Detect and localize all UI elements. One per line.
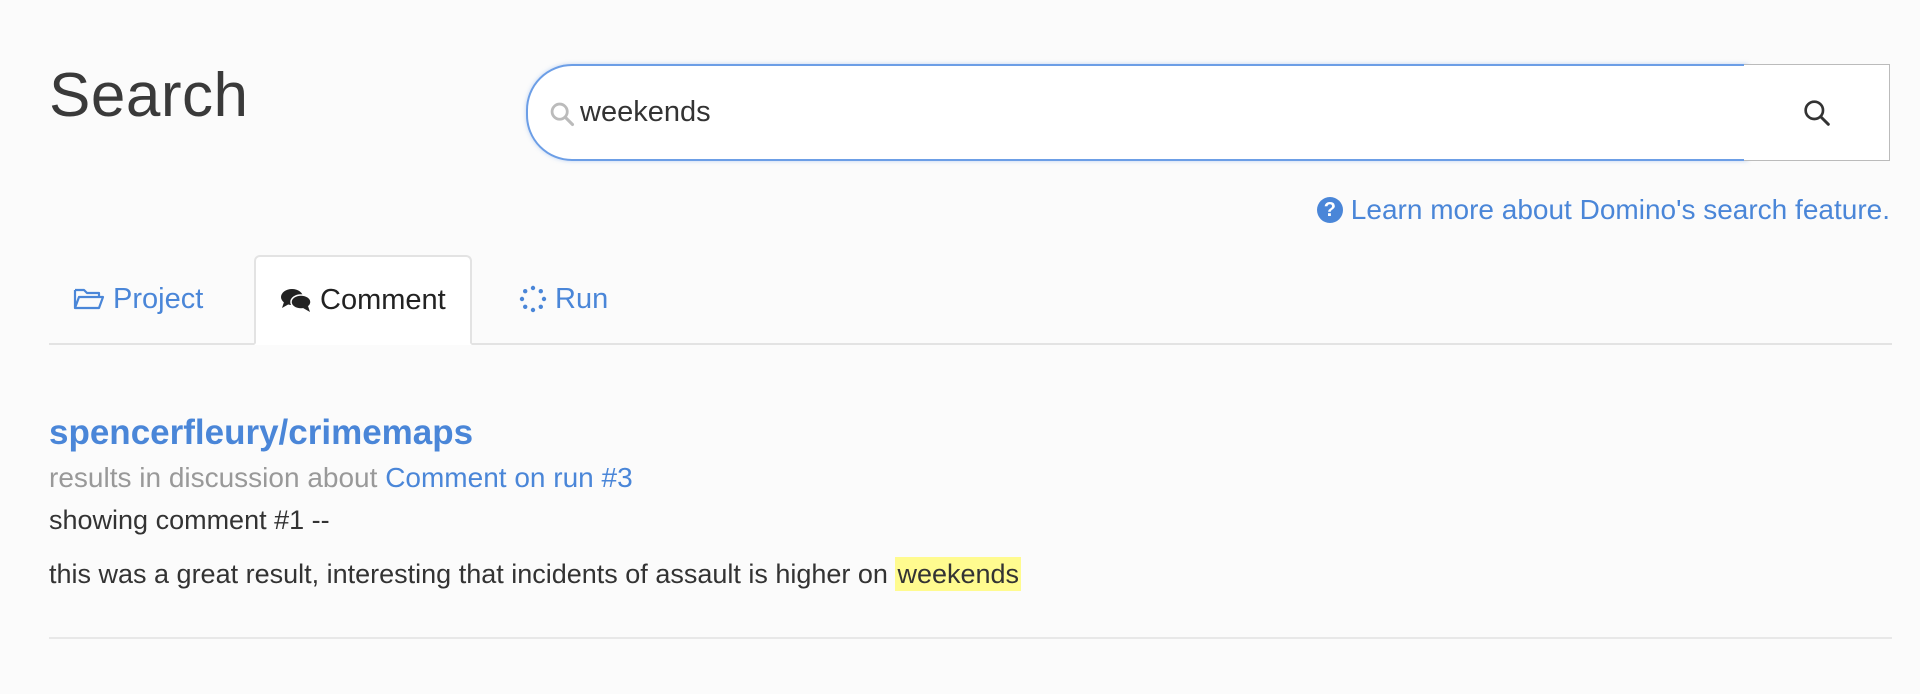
tab-run[interactable]: Run bbox=[495, 255, 632, 343]
search-term-highlight: weekends bbox=[895, 557, 1022, 591]
tab-project[interactable]: Project bbox=[49, 255, 227, 343]
result-type-tabs: Project Comment Run bbox=[49, 255, 1892, 345]
result-meta: results in discussion about Comment on r… bbox=[49, 456, 1892, 500]
search-bar bbox=[526, 64, 1892, 161]
tab-comment-label: Comment bbox=[320, 283, 446, 316]
result-body-text: this was a great result, interesting tha… bbox=[49, 559, 888, 589]
spinner-icon bbox=[519, 285, 547, 313]
learn-more-text: Learn more about Domino's search feature… bbox=[1350, 194, 1890, 225]
result-meta-prefix: results in discussion about bbox=[49, 462, 378, 493]
result-comment-text: this was a great result, interesting tha… bbox=[49, 554, 1892, 594]
tab-comment[interactable]: Comment bbox=[254, 255, 472, 345]
comments-icon bbox=[281, 289, 312, 312]
result-comment-number: showing comment #1 -- bbox=[49, 505, 330, 535]
result-divider bbox=[49, 637, 1892, 639]
learn-more-link[interactable]: ? Learn more about Domino's search featu… bbox=[1316, 194, 1890, 226]
question-circle-icon: ? bbox=[1316, 197, 1343, 223]
search-button[interactable] bbox=[1744, 64, 1890, 161]
tab-run-label: Run bbox=[555, 282, 609, 315]
search-input[interactable] bbox=[580, 66, 1720, 159]
search-input-container[interactable] bbox=[526, 64, 1748, 161]
result-discussion-link[interactable]: Comment on run #3 bbox=[385, 462, 632, 493]
result-project-link[interactable]: spencerfleury/crimemaps bbox=[49, 410, 1892, 456]
search-result: spencerfleury/crimemaps results in discu… bbox=[49, 410, 1892, 594]
page-title: Search bbox=[49, 61, 249, 130]
folder-open-icon bbox=[73, 288, 105, 310]
search-icon bbox=[1803, 99, 1830, 126]
search-icon bbox=[550, 102, 575, 127]
tab-project-label: Project bbox=[113, 282, 204, 315]
